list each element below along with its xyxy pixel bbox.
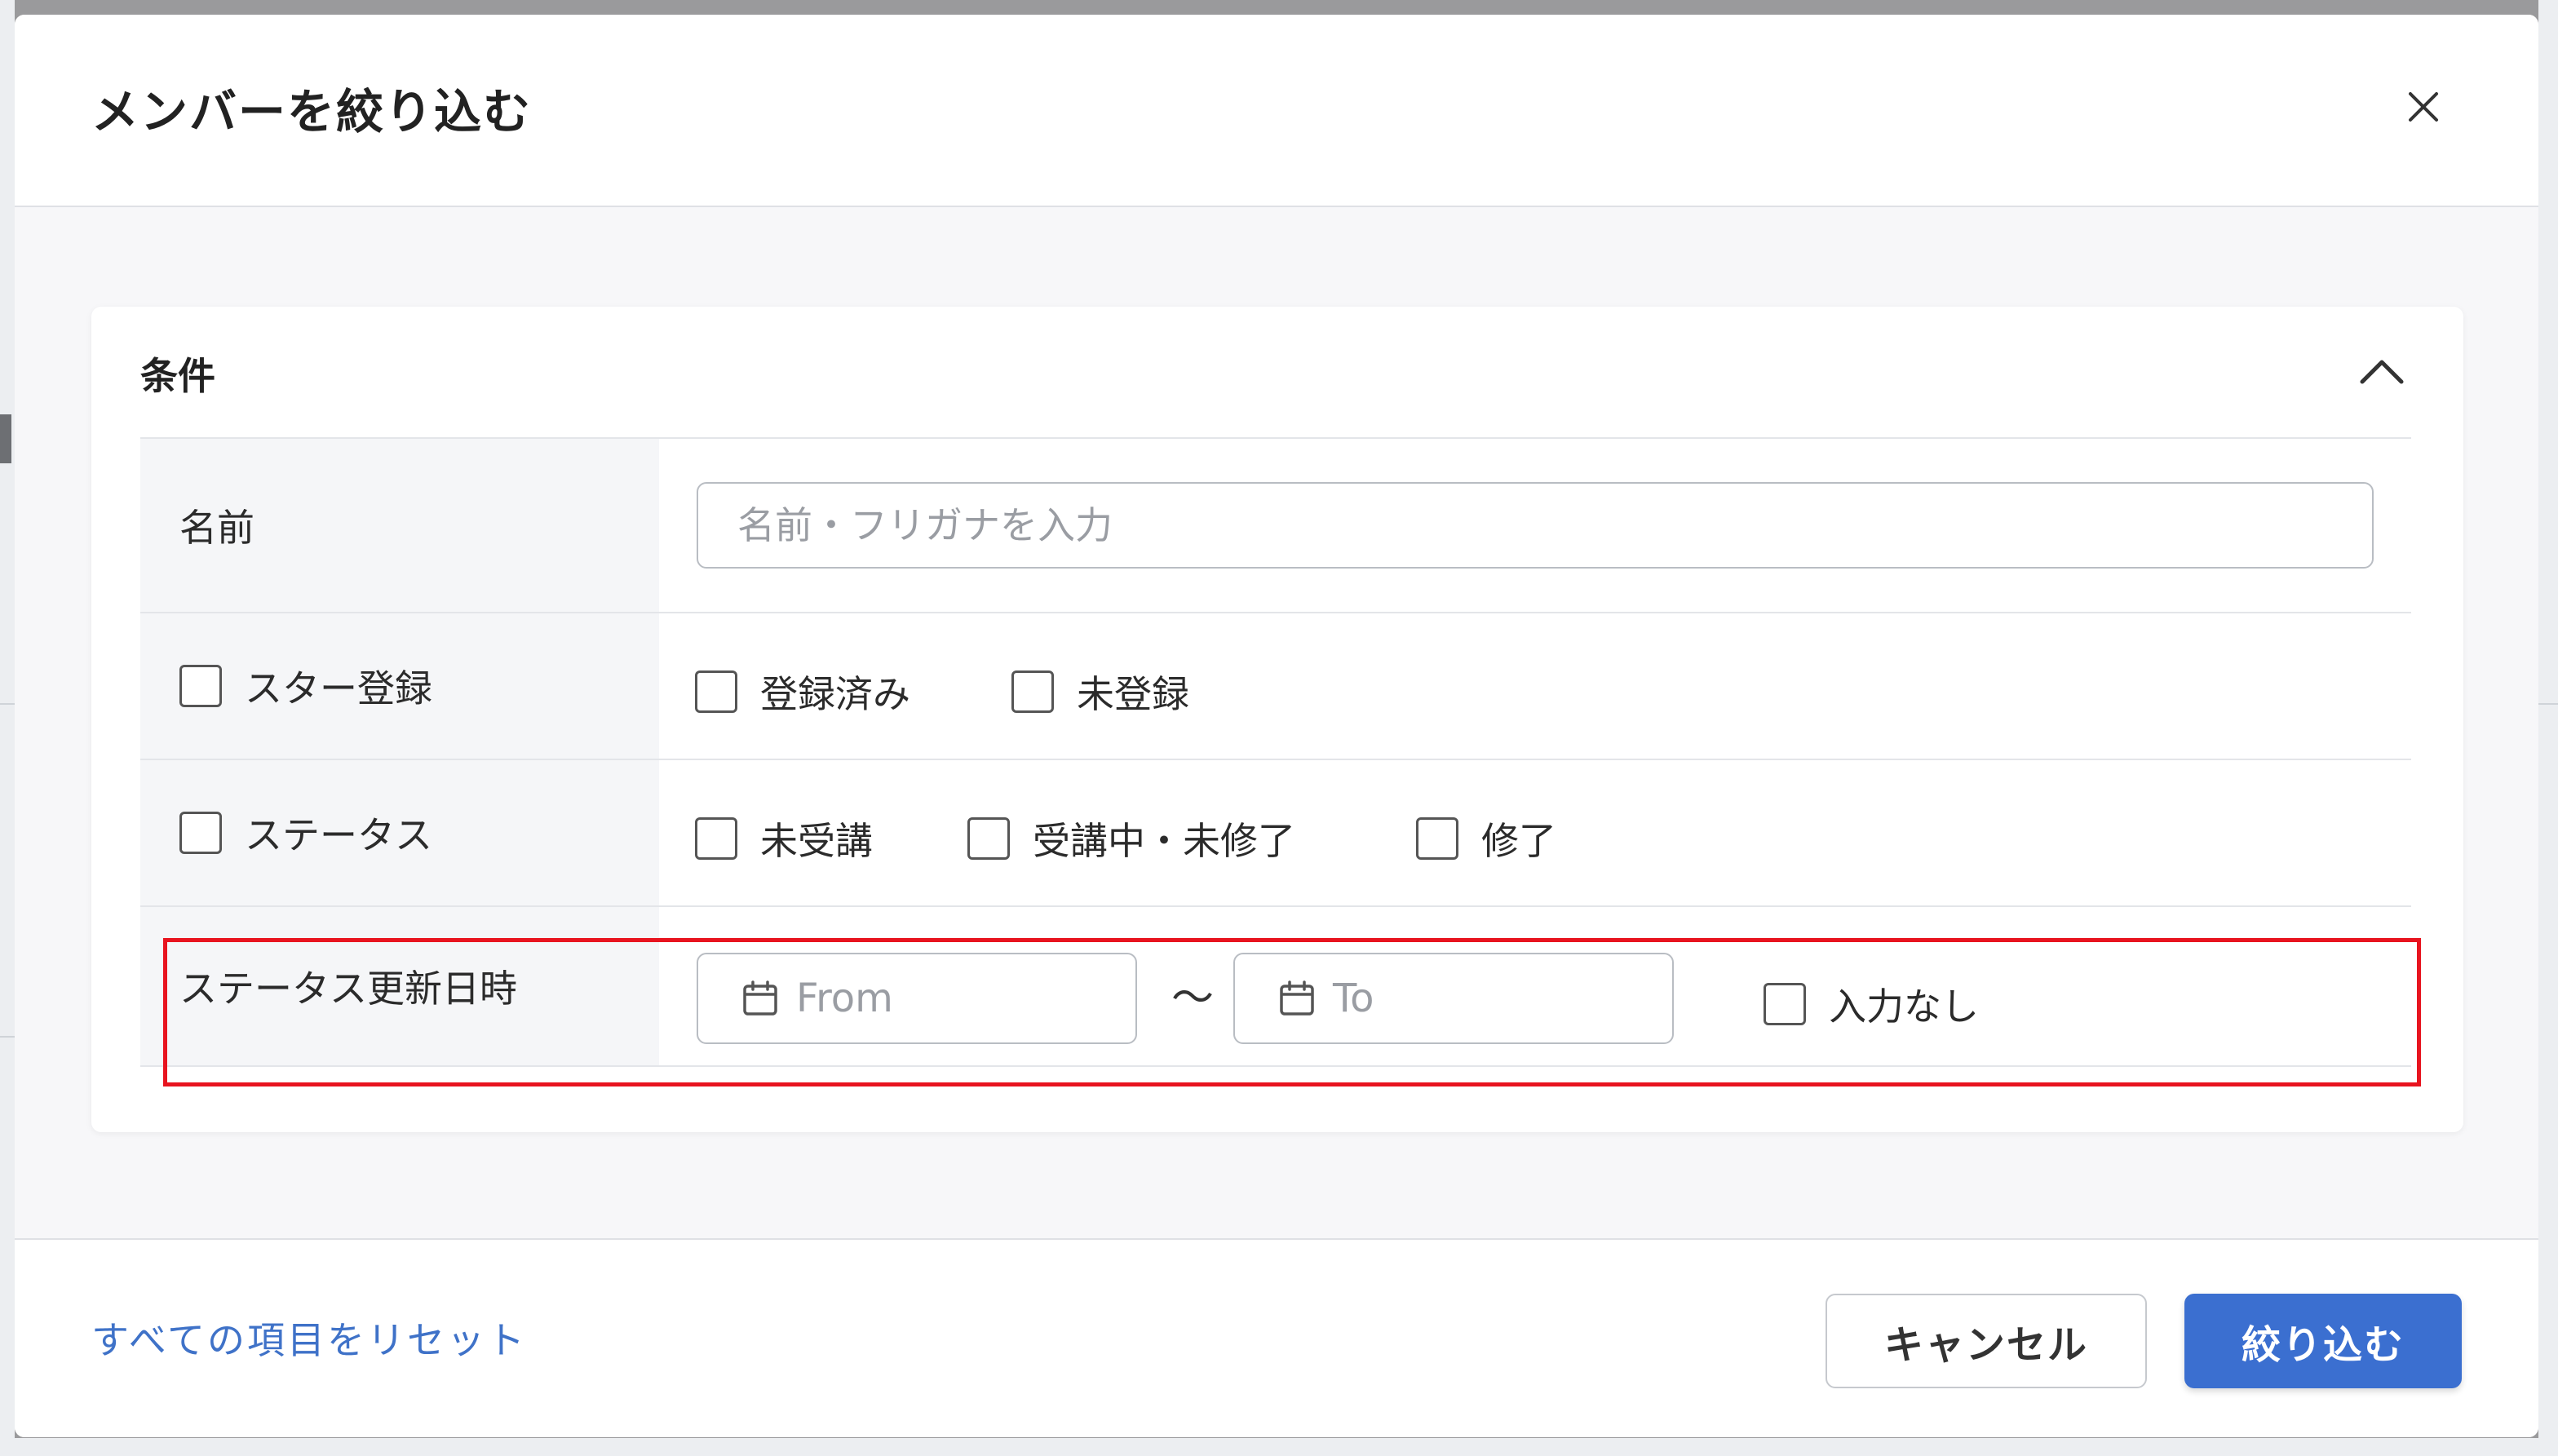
completed-label: 修了	[1481, 819, 1556, 863]
status-option-not-started[interactable]: 未受講	[695, 812, 873, 865]
not-started-label: 未受講	[760, 819, 873, 863]
calendar-icon	[1280, 980, 1314, 1016]
close-button[interactable]	[2395, 78, 2452, 135]
status-date-label-cell: ステータス更新日時	[140, 907, 659, 1065]
no-input-label: 入力なし	[1829, 985, 1979, 1029]
conditions-title: 条件	[140, 354, 215, 398]
not-started-checkbox[interactable]	[695, 817, 737, 860]
background-page-left	[0, 0, 15, 1456]
name-label-cell: 名前	[140, 439, 659, 612]
collapse-button[interactable]	[2352, 343, 2411, 401]
unregistered-checkbox[interactable]	[1011, 670, 1054, 713]
star-option-registered[interactable]: 登録済み	[695, 665, 910, 719]
in-progress-checkbox[interactable]	[967, 817, 1010, 860]
star-row-checkbox[interactable]	[179, 665, 222, 707]
registered-label: 登録済み	[760, 672, 910, 716]
background-page-bottom	[0, 1438, 2558, 1456]
no-input-checkbox[interactable]	[1764, 983, 1806, 1025]
conditions-panel: 条件 名前 スター登録 登録済み	[91, 307, 2463, 1132]
star-row-toggle[interactable]: スター登録	[179, 659, 432, 713]
apply-filter-button[interactable]: 絞り込む	[2184, 1294, 2462, 1388]
date-to-placeholder: To	[1333, 976, 1374, 1021]
star-row: スター登録 登録済み 未登録	[140, 613, 2411, 759]
reset-all-link[interactable]: すべての項目をリセット	[91, 1318, 527, 1363]
dialog-title: メンバーを絞り込む	[91, 84, 533, 139]
background-page-right	[2538, 0, 2558, 1456]
status-row-checkbox[interactable]	[179, 812, 222, 854]
no-input-option[interactable]: 入力なし	[1764, 977, 1979, 1031]
in-progress-label: 受講中・未修了	[1033, 819, 1295, 863]
background-divider	[0, 1036, 15, 1038]
star-row-label: スター登録	[245, 666, 432, 710]
status-row-label: ステータス	[245, 813, 432, 857]
status-row: ステータス 未受講 受講中・未修了 修了	[140, 760, 2411, 905]
date-to-input[interactable]: To	[1233, 953, 1674, 1044]
date-range-separator: 〜	[1171, 974, 1215, 1023]
date-from-input[interactable]: From	[697, 953, 1137, 1044]
star-option-unregistered[interactable]: 未登録	[1011, 665, 1189, 719]
filter-members-dialog: メンバーを絞り込む 条件 名前 名前・フリガナを入力 スター登録 登録済み 未登…	[15, 15, 2538, 1437]
row-divider	[140, 1065, 2411, 1067]
background-fragment	[0, 414, 11, 463]
name-search-input[interactable]	[697, 482, 2374, 569]
star-label-cell: スター登録	[140, 613, 659, 759]
calendar-icon	[743, 980, 777, 1016]
chevron-up-icon	[2360, 360, 2404, 384]
registered-checkbox[interactable]	[695, 670, 737, 713]
status-date-row: ステータス更新日時 From 〜 To 入力なし	[140, 907, 2411, 1065]
background-divider	[2538, 703, 2558, 705]
unregistered-label: 未登録	[1077, 672, 1189, 716]
name-label: 名前	[179, 506, 254, 550]
status-option-completed[interactable]: 修了	[1416, 812, 1556, 865]
date-from-placeholder: From	[796, 976, 893, 1021]
background-divider	[0, 703, 15, 705]
name-row: 名前	[140, 439, 2411, 612]
dialog-footer: すべての項目をリセット キャンセル 絞り込む	[15, 1238, 2538, 1437]
close-icon	[2409, 92, 2438, 122]
status-row-toggle[interactable]: ステータス	[179, 806, 432, 860]
status-date-label: ステータス更新日時	[179, 967, 517, 1011]
status-option-in-progress[interactable]: 受講中・未修了	[967, 812, 1295, 865]
dialog-header: メンバーを絞り込む	[15, 15, 2538, 207]
completed-checkbox[interactable]	[1416, 817, 1458, 860]
cancel-button[interactable]: キャンセル	[1826, 1294, 2147, 1388]
status-label-cell: ステータス	[140, 760, 659, 905]
